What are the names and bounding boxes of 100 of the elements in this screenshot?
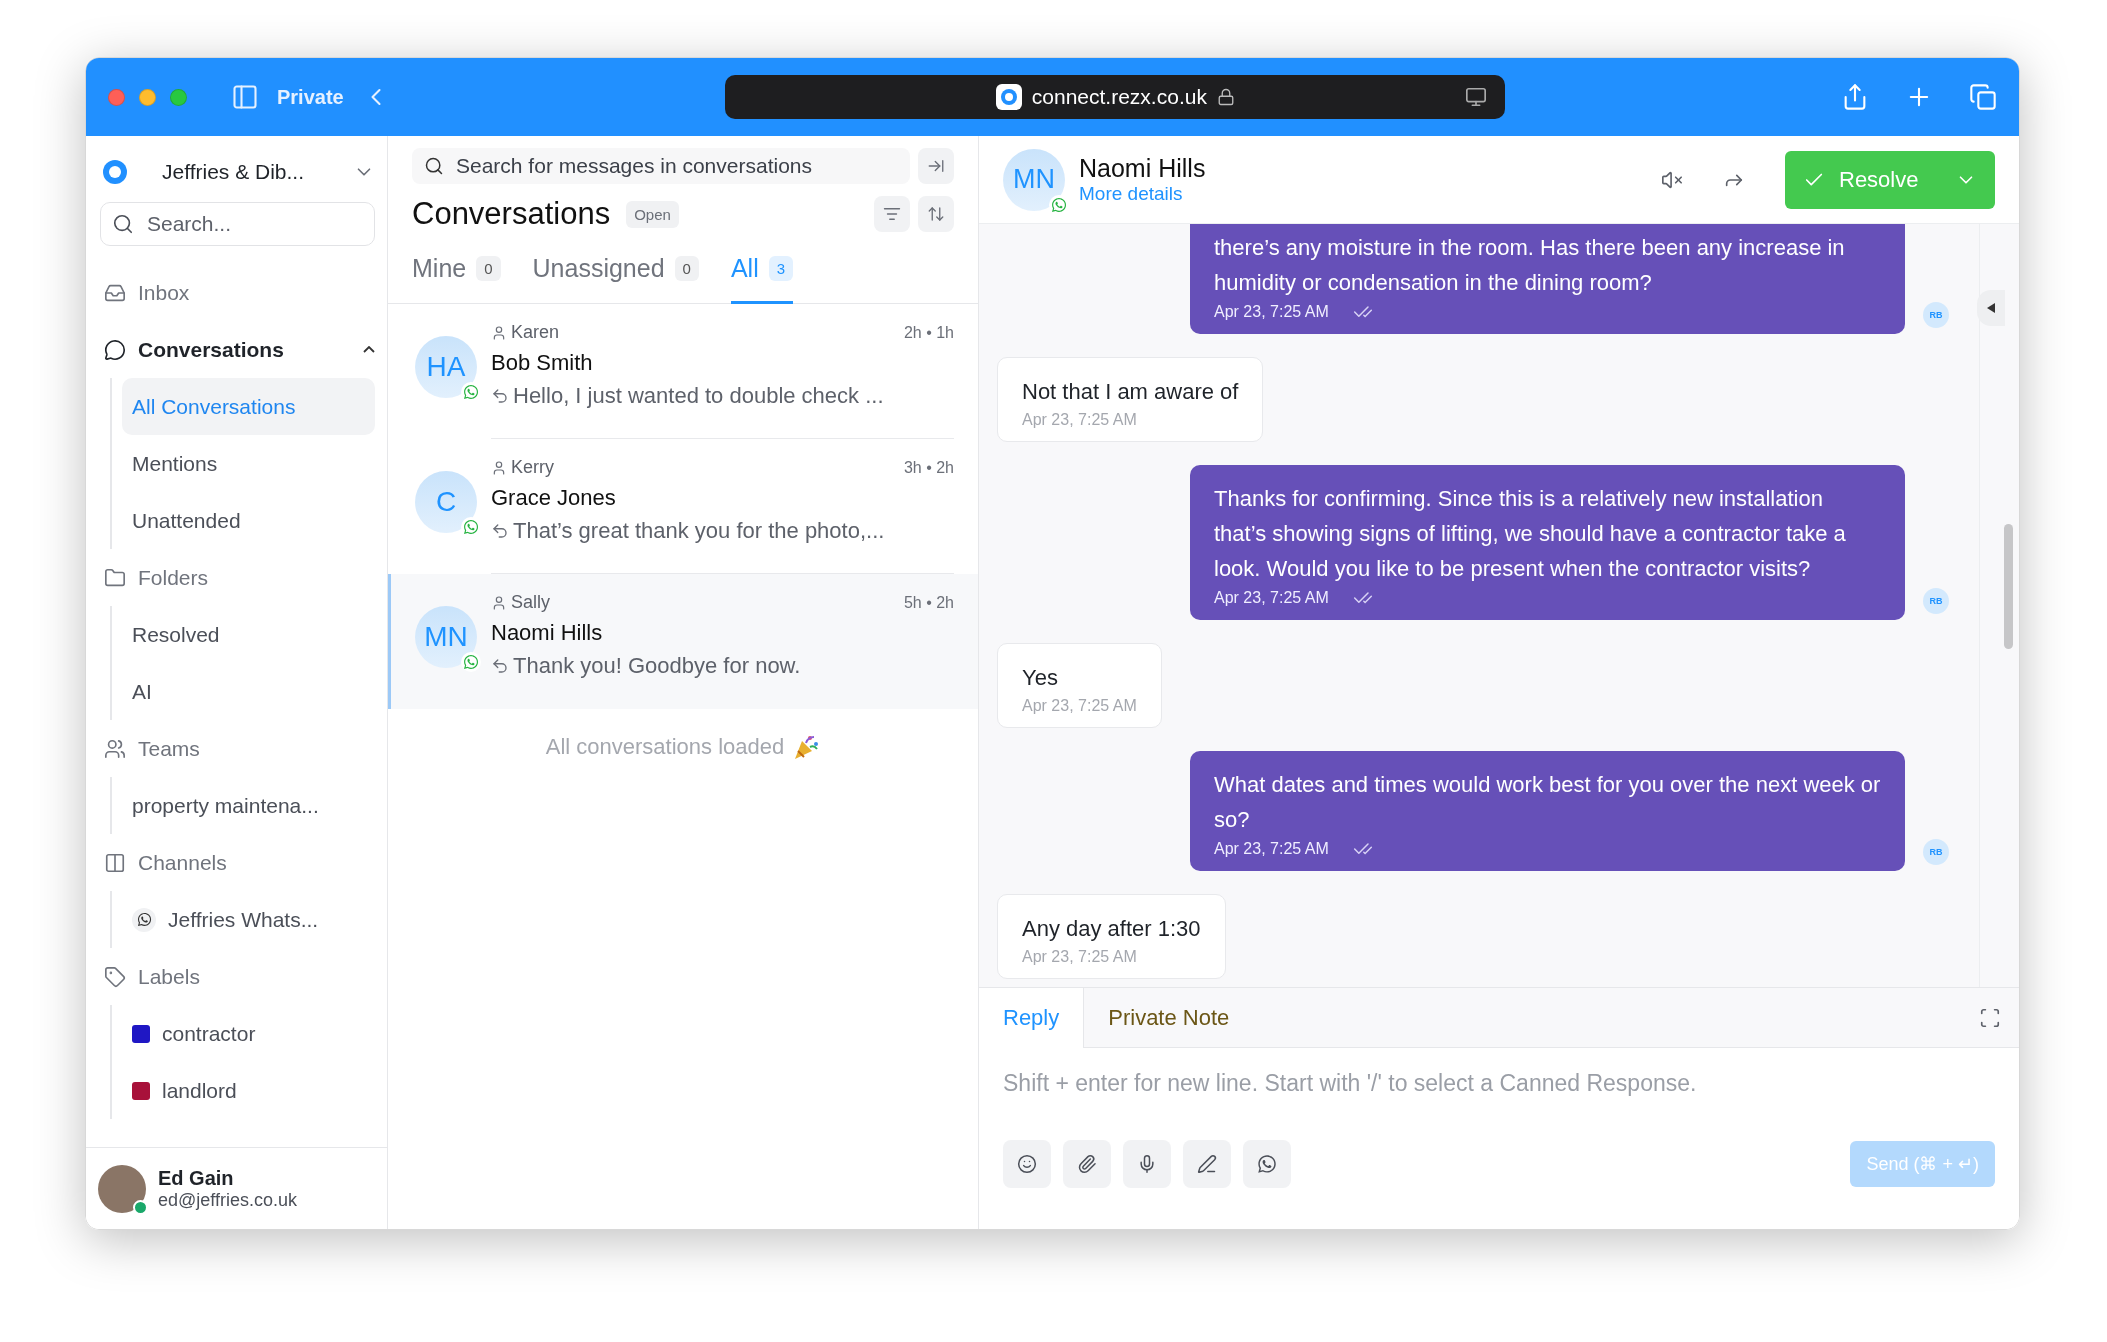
message-time: Apr 23, 7:25 AM: [1022, 948, 1137, 966]
filter-icon: [883, 205, 901, 223]
message-text: What dates and times would work best for you over the next week or so?: [1214, 771, 1881, 834]
panel-toggle-button[interactable]: [1977, 290, 2005, 326]
sidebar-item[interactable]: Resolved: [122, 606, 375, 663]
contact-name: Naomi Hills: [1079, 154, 1206, 183]
reply-icon: [491, 522, 509, 540]
whatsapp-icon: [1049, 194, 1069, 215]
signature-button[interactable]: [1183, 1140, 1231, 1188]
count-badge: 0: [476, 256, 501, 281]
sort-button[interactable]: [918, 196, 954, 232]
whatsapp-icon: [461, 652, 481, 672]
microphone-button[interactable]: [1123, 1140, 1171, 1188]
sidebar-item[interactable]: contractor: [122, 1005, 375, 1062]
sender-avatar: RB: [1923, 588, 1949, 614]
sender-avatar: RB: [1923, 839, 1949, 865]
account-name[interactable]: Jeffries & Dib...: [162, 160, 339, 184]
emoji-button[interactable]: [1003, 1140, 1051, 1188]
user-email: ed@jeffries.co.uk: [158, 1189, 297, 1211]
paperclip-icon: [1077, 1154, 1097, 1174]
avatar-placeholder[interactable]: [98, 1164, 146, 1213]
sidebar-section[interactable]: Labels: [100, 948, 375, 1005]
smiley-icon: [1017, 1154, 1037, 1174]
lock-icon: [1216, 88, 1235, 106]
collapse-button[interactable]: [918, 148, 954, 184]
panel-icon: [104, 851, 126, 874]
caret-left-icon: [1987, 303, 1995, 313]
message-time: Apr 23, 7:25 AM: [1022, 697, 1137, 715]
message-time: Apr 23, 7:25 AM: [1022, 411, 1137, 429]
pen-icon: [1197, 1154, 1217, 1174]
sidebar-section[interactable]: Conversations: [100, 321, 375, 378]
message-time: Apr 23, 7:25 AM: [1214, 840, 1329, 858]
count-badge: 3: [768, 256, 794, 281]
whatsapp-icon: [132, 907, 156, 932]
app-logo-icon: [102, 159, 128, 185]
user-name: Ed Gain: [158, 1166, 235, 1190]
message-preview: Hello, I just wanted to double check ...: [513, 383, 884, 409]
contact-name: Bob Smith: [491, 350, 594, 376]
message-time: Apr 23, 7:25 AM: [1214, 589, 1329, 607]
list-title: Conversations: [412, 196, 611, 232]
sidebar-item[interactable]: Mentions: [122, 435, 375, 492]
assignee-name: Sally: [511, 592, 550, 613]
assignee-name: Kerry: [511, 457, 554, 478]
message-text: Yes: [1022, 664, 1059, 692]
sidebar-item[interactable]: property maintena...: [122, 777, 375, 834]
message-text: Not that I am aware of: [1022, 378, 1239, 406]
message-preview: That’s great thank you for the photo,...: [513, 518, 885, 544]
sidebar-section[interactable]: Inbox: [100, 264, 375, 321]
message-text: Any day after 1:30: [1022, 915, 1201, 943]
conversation-time: 5h • 2h: [903, 593, 954, 612]
scrollbar-thumb[interactable]: [2004, 524, 2013, 649]
reply-icon: [491, 657, 509, 675]
sender-avatar: RB: [1923, 302, 1949, 328]
composer-tab[interactable]: Private Note: [1084, 988, 1254, 1047]
contact-avatar: C: [415, 471, 477, 533]
attach-button[interactable]: [1063, 1140, 1111, 1188]
whatsapp-button[interactable]: [1243, 1140, 1291, 1188]
expand-button[interactable]: [1979, 1006, 2001, 1029]
contact-name: Grace Jones: [491, 485, 617, 511]
expand-icon: [1979, 1006, 2001, 1029]
sidebar-section[interactable]: Channels: [100, 834, 375, 891]
sidebar-item[interactable]: landlord: [122, 1062, 375, 1119]
address-bar[interactable]: connect.rezx.co.uk: [725, 75, 1506, 119]
person-icon: [491, 594, 507, 611]
tag-icon: [104, 965, 126, 988]
person-icon: [491, 324, 507, 341]
sidebar-icon[interactable]: [231, 83, 259, 111]
conversation-time: 2h • 1h: [903, 323, 954, 342]
sort-icon: [927, 205, 945, 223]
sidebar-item[interactable]: Jeffries Whats...: [122, 891, 375, 948]
people-icon: [104, 737, 126, 760]
conversation-time: 3h • 2h: [903, 458, 954, 477]
party-popper-icon: [792, 733, 821, 761]
conversation-item[interactable]: MN Sally 5h • 2h Naomi Hills Thank you! Goodbye for now.: [388, 574, 978, 709]
sidebar-item[interactable]: AI: [122, 663, 375, 720]
sidebar-item[interactable]: Unattended: [122, 492, 375, 549]
message-preview: Thank you! Goodbye for now.: [513, 653, 801, 679]
count-badge: 0: [674, 256, 699, 281]
tabs-icon[interactable]: [1969, 83, 1997, 111]
filter-tab[interactable]: Unassigned 0: [532, 254, 699, 304]
sidebar-section[interactable]: Folders: [100, 549, 375, 606]
site-icon: [995, 84, 1022, 110]
microphone-icon: [1137, 1154, 1157, 1174]
contact-avatar: HA: [415, 336, 477, 398]
reader-icon[interactable]: [1465, 86, 1488, 108]
whatsapp-icon: [461, 517, 481, 537]
assignee-name: Karen: [511, 322, 560, 343]
sidebar-section[interactable]: Teams: [100, 720, 375, 777]
filter-button[interactable]: [874, 196, 910, 232]
filter-tab[interactable]: Mine 0: [412, 254, 501, 304]
search-field[interactable]: Search...: [100, 202, 375, 246]
status-badge[interactable]: Open: [626, 200, 679, 228]
arrow-to-line-icon: [927, 157, 945, 175]
private-label: Private: [277, 85, 344, 109]
contact-name: Naomi Hills: [491, 620, 604, 646]
person-icon: [491, 459, 507, 476]
whatsapp-icon: [1257, 1154, 1277, 1174]
search-field[interactable]: Search for messages in conversations: [412, 148, 910, 184]
folder-icon: [104, 566, 126, 589]
chat-bubble-icon: [104, 338, 126, 361]
